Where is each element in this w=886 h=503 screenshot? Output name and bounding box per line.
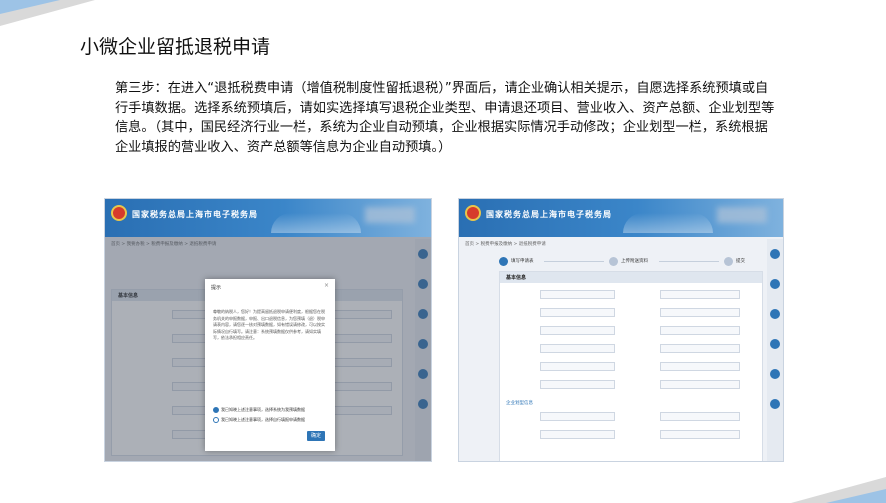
- banner-decoration: [623, 213, 713, 233]
- tax-emblem-icon: [465, 205, 481, 221]
- form-field[interactable]: [660, 380, 740, 389]
- close-icon[interactable]: ×: [324, 282, 329, 289]
- form-field[interactable]: [660, 430, 740, 439]
- confirm-button[interactable]: 确定: [307, 431, 325, 441]
- site-title: 国家税务总局上海市电子税务局: [486, 210, 612, 219]
- option-label: 我已知晓上述注意事项，选择自行填报申请数据: [221, 417, 305, 422]
- form-field[interactable]: [540, 290, 615, 299]
- option-label: 我已知晓上述注意事项，选择系统为我预填数据: [221, 407, 305, 412]
- form-field[interactable]: [540, 326, 615, 335]
- step-connector: [659, 261, 719, 262]
- tax-emblem-icon: [111, 205, 127, 221]
- form-field[interactable]: [660, 362, 740, 371]
- step-dot-icon: [499, 257, 508, 266]
- site-banner: 国家税务总局上海市电子税务局: [459, 199, 783, 237]
- radio-selected-icon[interactable]: [213, 407, 219, 413]
- form-panel: 基本信息 企业划型信息: [499, 271, 763, 461]
- banner-decoration: [271, 213, 361, 233]
- form-field[interactable]: [660, 344, 740, 353]
- tool-icon[interactable]: [770, 249, 780, 259]
- tool-icon[interactable]: [770, 339, 780, 349]
- form-field[interactable]: [660, 412, 740, 421]
- step-connector: [544, 261, 604, 262]
- step-label: 上传附送资料: [621, 259, 648, 264]
- user-info-blurred: [365, 207, 415, 223]
- form-field[interactable]: [660, 308, 740, 317]
- manual-option[interactable]: 我已知晓上述注意事项，选择自行填报申请数据: [213, 417, 305, 423]
- step-label: 填写申请表: [511, 259, 534, 264]
- corner-decoration-blue: [0, 0, 60, 14]
- form-field[interactable]: [540, 362, 615, 371]
- form-field[interactable]: [540, 308, 615, 317]
- dialog-title: 提示: [211, 285, 222, 291]
- section-title: 基本信息: [506, 275, 527, 281]
- tool-icon[interactable]: [770, 369, 780, 379]
- site-banner: 国家税务总局上海市电子税务局: [105, 199, 431, 237]
- form-field[interactable]: [660, 290, 740, 299]
- modal-overlay: 提示 × 尊敬的纳税人，您好！为提高留抵退税申请便利度，根据您在税务机关的申报数…: [105, 237, 431, 461]
- step-dot-icon: [609, 257, 618, 266]
- prefill-option[interactable]: 我已知晓上述注意事项，选择系统为我预填数据: [213, 407, 305, 413]
- right-tool-rail: [767, 239, 783, 461]
- screenshot-prefill-dialog: 国家税务总局上海市电子税务局 首页 > 我要办税 > 税费申报及缴纳 > 退抵税…: [104, 198, 432, 462]
- sub-section-title: 企业划型信息: [506, 401, 533, 406]
- screenshot-application-form: 国家税务总局上海市电子税务局 首页 > 税费申报及缴纳 > 退抵税费申请 填写申…: [458, 198, 784, 462]
- slide-title: 小微企业留抵退税申请: [80, 36, 271, 58]
- form-field[interactable]: [540, 344, 615, 353]
- tool-icon[interactable]: [770, 309, 780, 319]
- step-label: 提交: [736, 259, 745, 264]
- step-progress: 填写申请表 上传附送资料 提交: [489, 257, 763, 267]
- breadcrumb[interactable]: 首页 > 税费申报及缴纳 > 退抵税费申请: [465, 241, 546, 247]
- form-field[interactable]: [540, 430, 615, 439]
- site-title: 国家税务总局上海市电子税务局: [132, 210, 258, 219]
- prefill-dialog: 提示 × 尊敬的纳税人，您好！为提高留抵退税申请便利度，根据您在税务机关的申报数…: [205, 279, 335, 451]
- corner-decoration-blue-bottom: [826, 489, 886, 503]
- tool-icon[interactable]: [770, 279, 780, 289]
- user-info-blurred: [717, 207, 767, 223]
- form-field[interactable]: [540, 412, 615, 421]
- step-description: 第三步：在进入“退抵税费申请（增值税制度性留抵退税）”界面后，请企业确认相关提示…: [115, 81, 775, 155]
- step-dot-icon: [724, 257, 733, 266]
- radio-icon[interactable]: [213, 417, 219, 423]
- form-field[interactable]: [540, 380, 615, 389]
- tool-icon[interactable]: [770, 399, 780, 409]
- form-field[interactable]: [660, 326, 740, 335]
- dialog-body: 尊敬的纳税人，您好！为提高留抵退税申请便利度，根据您在税务机关的申报数据，申报、…: [213, 309, 325, 340]
- section-header: 基本信息: [500, 272, 762, 283]
